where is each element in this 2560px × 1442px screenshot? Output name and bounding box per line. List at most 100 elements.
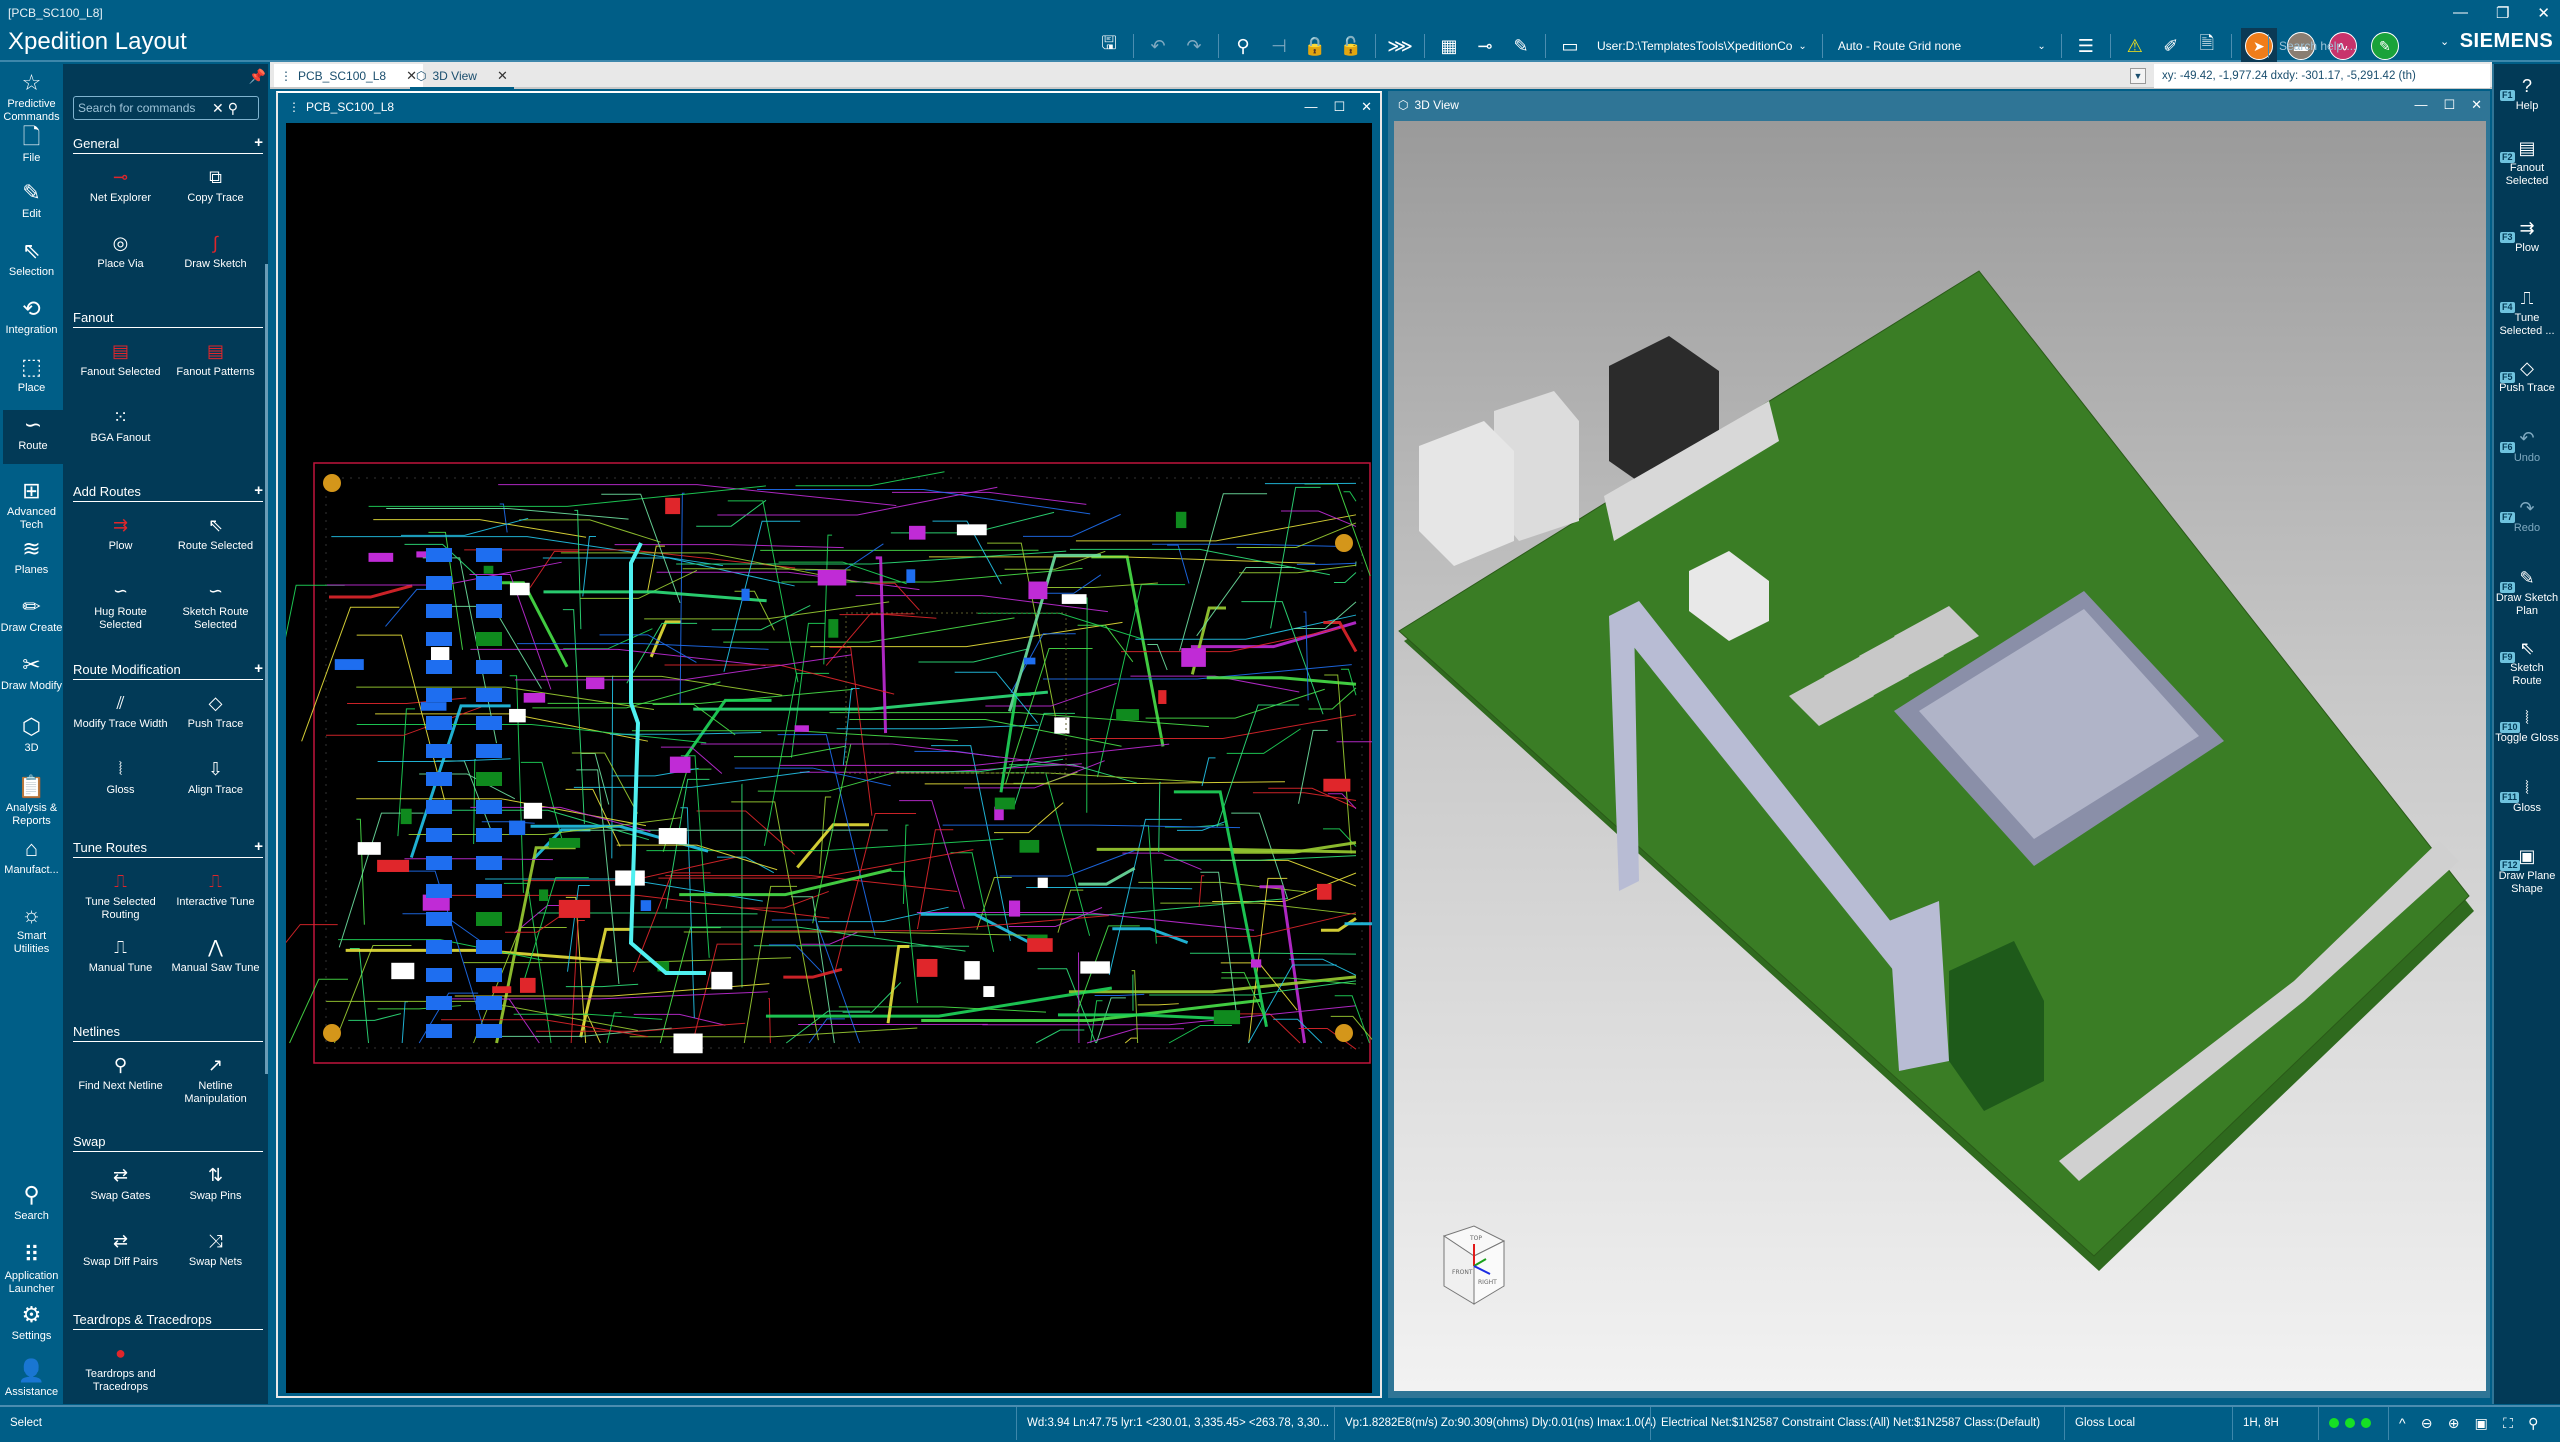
close-pane-button[interactable]: ✕ — [1361, 99, 1372, 115]
command-search-input[interactable] — [78, 101, 208, 115]
command-item[interactable]: ⇖Route Selected — [168, 510, 263, 566]
pcb-canvas[interactable] — [286, 123, 1372, 1393]
nav-place[interactable]: ⬚Place — [0, 352, 63, 395]
scheme-dropdown[interactable]: User:D:\TemplatesTools\XpeditionCo⌄ — [1591, 39, 1813, 53]
fix-icon[interactable]: ⚲ — [1228, 31, 1258, 61]
properties-icon[interactable]: ☰ — [2071, 31, 2101, 61]
undo-icon[interactable]: ↶ — [1143, 31, 1173, 61]
section-header[interactable]: Teardrops & Tracedrops — [73, 1312, 263, 1330]
nav-selection[interactable]: ⇖Selection — [0, 236, 63, 279]
command-item[interactable]: ⚲Find Next Netline — [73, 1050, 168, 1106]
minimize-pane-button[interactable]: — — [2414, 97, 2427, 113]
drc-warning-icon[interactable]: ⚠ — [2120, 31, 2150, 61]
nav-3d[interactable]: ⬡3D — [0, 712, 63, 755]
nav-edit[interactable]: ✎Edit — [0, 178, 63, 221]
edit-document-icon[interactable]: ✐ — [2156, 31, 2186, 61]
section-header[interactable]: Fanout — [73, 310, 263, 328]
command-item[interactable]: ⇅Swap Pins — [168, 1160, 263, 1216]
fkey-f4[interactable]: ⎍F4Tune Selected ... — [2494, 284, 2560, 338]
search-help-input[interactable]: Search help ... — [2268, 34, 2438, 58]
view-document-icon[interactable]: 🗎 — [2192, 31, 2222, 61]
editor-control-icon[interactable]: ✎ — [1506, 31, 1536, 61]
add-icon[interactable]: + — [254, 840, 263, 855]
fkey-f1[interactable]: ?F1Help — [2494, 72, 2560, 113]
nav-assistance[interactable]: 👤Assistance — [0, 1356, 63, 1399]
command-item[interactable]: ∽Sketch Route Selected — [168, 576, 263, 632]
section-header[interactable]: Swap — [73, 1134, 263, 1152]
section-header[interactable]: Add Routes+ — [73, 484, 263, 502]
nav-smart-utilities[interactable]: ☼Smart Utilities — [0, 900, 63, 956]
chevron-up-icon[interactable]: ^ — [2399, 1407, 2406, 1440]
chevron-down-icon[interactable]: ⌄ — [2440, 35, 2450, 48]
section-header[interactable]: Route Modification+ — [73, 662, 263, 680]
fit-all-icon[interactable]: ⛶ — [2503, 1407, 2513, 1440]
nav-draw-create[interactable]: ✏Draw Create — [0, 592, 63, 635]
command-item[interactable]: ⎍Interactive Tune — [168, 866, 263, 922]
lock-icon[interactable]: 🔒 — [1300, 31, 1330, 61]
command-item[interactable]: ∫Draw Sketch — [168, 228, 263, 284]
command-item[interactable]: ◎Place Via — [73, 228, 168, 284]
command-item[interactable]: ⫽Modify Trace Width — [73, 688, 168, 744]
minimize-button[interactable]: — — [2453, 4, 2468, 22]
fkey-f11[interactable]: ⦚F11Gloss — [2494, 774, 2560, 815]
fkey-f6[interactable]: ↶F6Undo — [2494, 424, 2560, 465]
nav-file[interactable]: 🗋File — [0, 122, 63, 165]
fkey-f12[interactable]: ▣F12Draw Plane Shape — [2494, 842, 2560, 896]
fkey-f9[interactable]: ⇖F9Sketch Route — [2494, 634, 2560, 688]
net-explorer-icon[interactable]: ⊸ — [1470, 31, 1500, 61]
command-item[interactable]: ⧉Copy Trace — [168, 162, 263, 218]
command-item[interactable]: ⇩Align Trace — [168, 754, 263, 810]
pin-icon[interactable]: 📌 — [249, 68, 266, 85]
command-item[interactable]: ⦚Gloss — [73, 754, 168, 810]
command-item[interactable]: ∽Hug Route Selected — [73, 576, 168, 632]
nav-settings[interactable]: ⚙Settings — [0, 1300, 63, 1343]
close-pane-button[interactable]: ✕ — [2471, 97, 2482, 113]
nav-route[interactable]: ∽Route — [3, 410, 63, 464]
sketch-router-icon[interactable]: ⋙ — [1385, 31, 1415, 61]
grid-dropdown[interactable]: Auto - Route Grid none⌄ — [1832, 39, 2052, 53]
tab-pcb[interactable]: ⋮ PCB_SC100_L8 ✕ — [274, 64, 423, 87]
3d-canvas[interactable]: FRONT RIGHT TOP — [1394, 121, 2486, 1391]
search-icon[interactable]: ⚲ — [228, 100, 238, 117]
nav-application-launcher[interactable]: ⠿Application Launcher — [0, 1240, 63, 1296]
zoom-out-icon[interactable]: ⊖ — [2421, 1407, 2433, 1440]
restore-button[interactable]: ❐ — [2496, 4, 2509, 22]
command-item[interactable]: ⎍Manual Tune — [73, 932, 168, 988]
command-item[interactable]: ◇Push Trace — [168, 688, 263, 744]
fkey-f2[interactable]: ▤F2Fanout Selected — [2494, 134, 2560, 188]
maximize-pane-button[interactable]: ☐ — [1333, 99, 1345, 115]
command-item[interactable]: ⇄Swap Gates — [73, 1160, 168, 1216]
section-header[interactable]: Tune Routes+ — [73, 840, 263, 858]
command-item[interactable]: ⇄Swap Diff Pairs — [73, 1226, 168, 1282]
nav-planes[interactable]: ≋Planes — [0, 534, 63, 577]
unlock-icon[interactable]: 🔓 — [1336, 31, 1366, 61]
command-item[interactable]: ●Teardrops and Tracedrops — [73, 1338, 168, 1394]
add-icon[interactable]: + — [254, 484, 263, 499]
add-icon[interactable]: + — [254, 662, 263, 677]
tab-3d-view[interactable]: ⬡ 3D View ✕ — [410, 64, 514, 87]
command-item[interactable]: ↗Netline Manipulation — [168, 1050, 263, 1106]
command-item[interactable]: ⊸Net Explorer — [73, 162, 168, 218]
view-cube[interactable]: FRONT RIGHT TOP — [1444, 1226, 1504, 1304]
maximize-pane-button[interactable]: ☐ — [2443, 97, 2455, 113]
redo-icon[interactable]: ↷ — [1179, 31, 1209, 61]
command-item[interactable]: ⤨Swap Nets — [168, 1226, 263, 1282]
nav-analysis-reports[interactable]: 📋Analysis & Reports — [0, 772, 63, 828]
section-header[interactable]: General+ — [73, 136, 263, 154]
dropdown-arrow-icon[interactable]: ▼ — [2130, 68, 2146, 84]
command-item[interactable]: ▤Fanout Selected — [73, 336, 168, 392]
fkey-f5[interactable]: ◇F5Push Trace — [2494, 354, 2560, 395]
fkey-f8[interactable]: ✎F8Draw Sketch Plan — [2494, 564, 2560, 618]
zoom-previous-icon[interactable]: ⚲ — [2528, 1407, 2538, 1440]
fit-board-icon[interactable]: ▣ — [2475, 1407, 2488, 1440]
unfix-icon[interactable]: ⊣ — [1264, 31, 1294, 61]
add-icon[interactable]: + — [254, 136, 263, 151]
nav-search[interactable]: ⚲Search — [0, 1180, 63, 1223]
fkey-f3[interactable]: ⇉F3Plow — [2494, 214, 2560, 255]
minimize-pane-button[interactable]: — — [1304, 99, 1317, 115]
command-item[interactable]: ▤Fanout Patterns — [168, 336, 263, 392]
display-control-icon[interactable]: ▭ — [1555, 31, 1585, 61]
nav-integration[interactable]: ⟲Integration — [0, 294, 63, 337]
command-item[interactable]: ⋀Manual Saw Tune — [168, 932, 263, 988]
clear-icon[interactable]: ✕ — [212, 100, 224, 117]
